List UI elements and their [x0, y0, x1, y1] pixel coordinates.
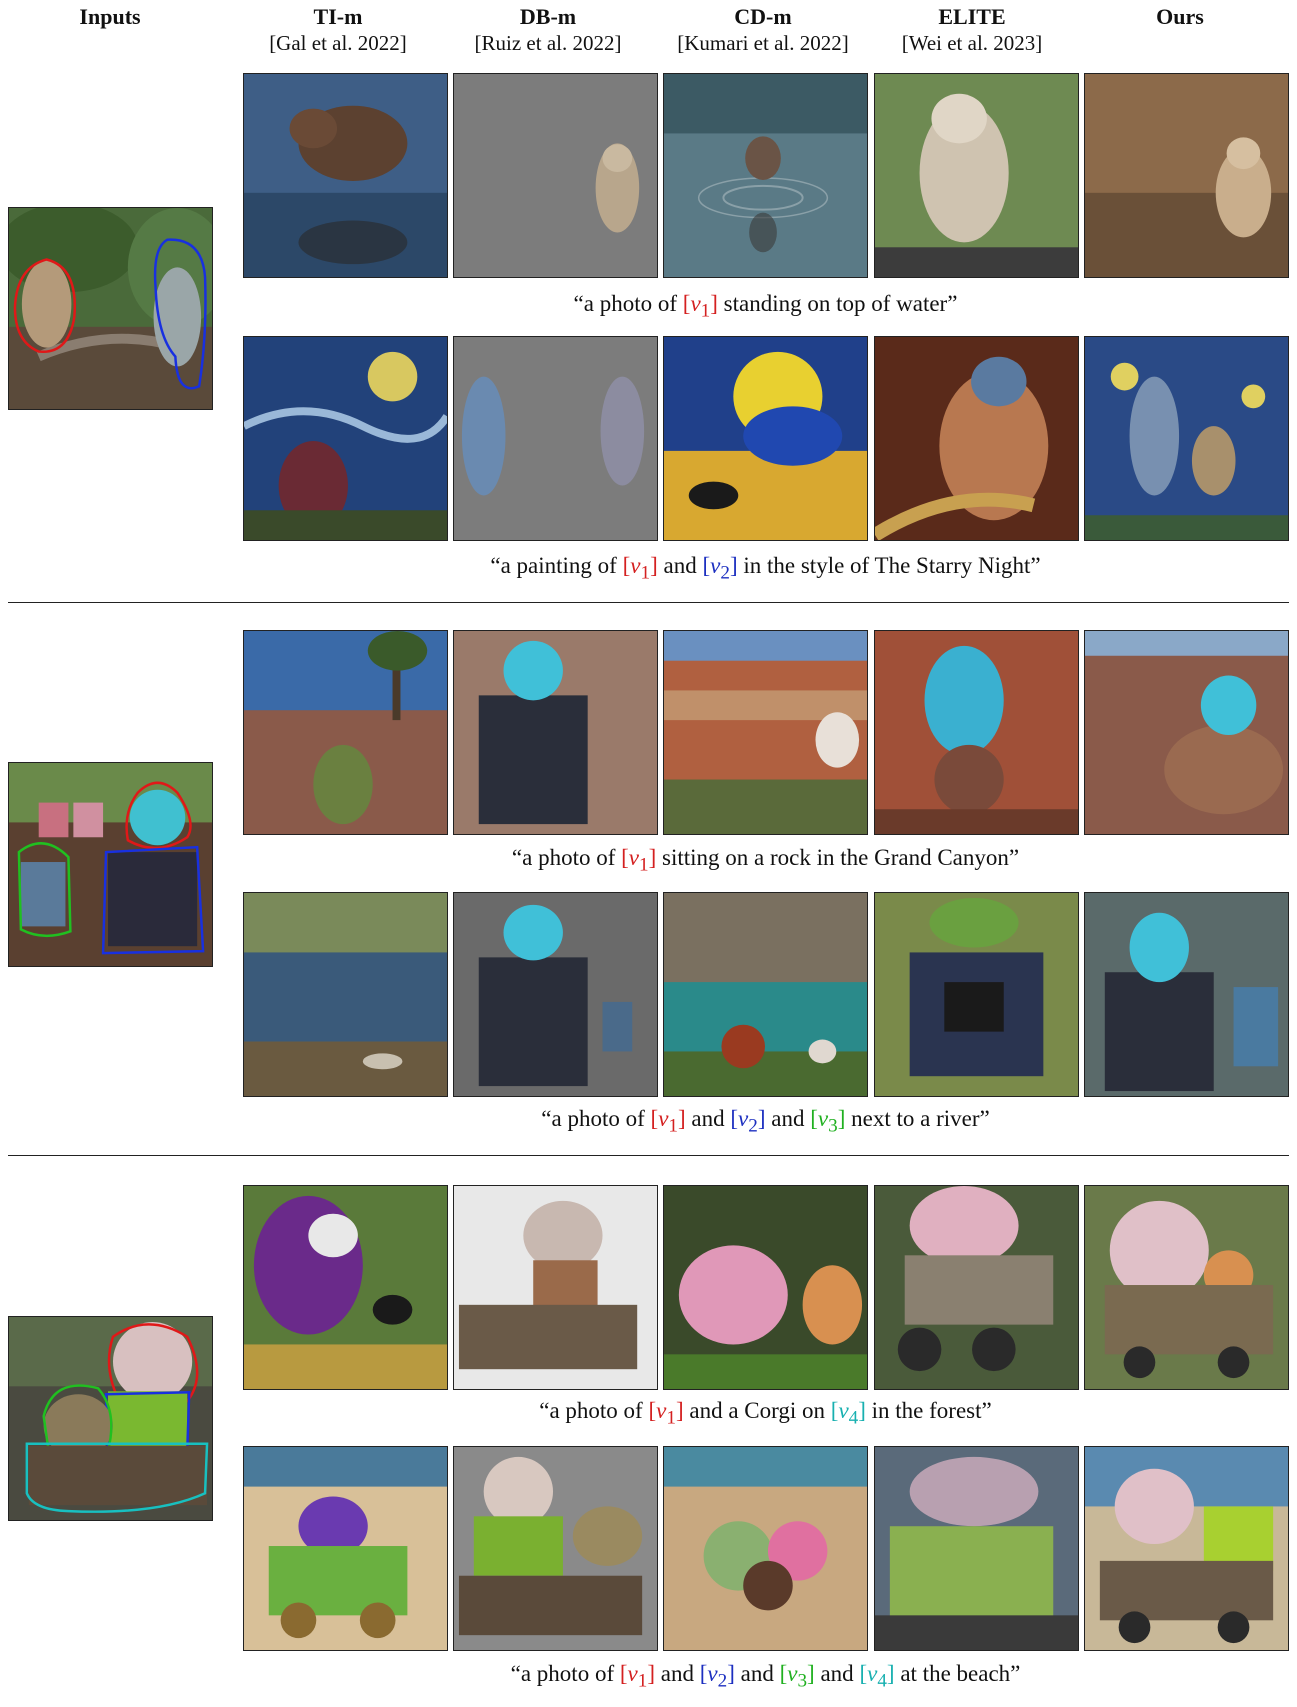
header-ti-m-cite: [Gal et al. 2022] — [269, 31, 407, 55]
caption-text: “a photo of — [511, 845, 622, 870]
caption-text: “a photo of — [573, 291, 683, 316]
header-cd-m: CD-m [Kumari et al. 2022] — [652, 4, 874, 56]
result-db-m-beach — [453, 1446, 658, 1651]
result-ti-m-beach — [243, 1446, 448, 1651]
caption-row-1: “a photo of [v1] standing on top of wate… — [243, 290, 1288, 326]
caption-text: and — [685, 1106, 731, 1131]
result-db-m-canyon — [453, 630, 658, 835]
result-db-m-forest — [453, 1185, 658, 1390]
header-ours: Ours — [1080, 4, 1280, 30]
header-inputs-label: Inputs — [79, 4, 141, 29]
token-v1: [v1] — [622, 553, 658, 584]
section-divider — [8, 602, 1289, 603]
section-divider — [8, 1155, 1289, 1156]
result-ours-beach — [1084, 1446, 1289, 1651]
header-cd-m-name: CD-m — [734, 4, 792, 29]
header-elite-cite: [Wei et al. 2023] — [901, 31, 1043, 55]
caption-text: and — [655, 1661, 700, 1686]
result-cd-m-forest — [663, 1185, 868, 1390]
header-db-m-name: DB-m — [519, 4, 577, 29]
result-ti-m-starry — [243, 336, 448, 541]
caption-text: “a photo of — [541, 1106, 651, 1131]
result-ti-m-forest — [243, 1185, 448, 1390]
caption-text: in the style of The Starry Night” — [737, 553, 1041, 578]
token-v1: [v1] — [621, 845, 657, 876]
input-image-cart — [8, 1316, 213, 1521]
result-elite-forest — [874, 1185, 1079, 1390]
header-cd-m-cite: [Kumari et al. 2022] — [677, 31, 849, 55]
result-elite-river — [874, 892, 1079, 1097]
result-ours-starry — [1084, 336, 1289, 541]
header-ours-name: Ours — [1156, 4, 1204, 29]
caption-row-4: “a photo of [v1] and [v2] and [v3] next … — [243, 1105, 1288, 1141]
token-v2: [v2] — [702, 553, 738, 584]
result-ti-m-river — [243, 892, 448, 1097]
caption-text: and — [734, 1661, 780, 1686]
caption-row-3: “a photo of [v1] sitting on a rock in th… — [243, 844, 1288, 880]
result-cd-m-starry — [663, 336, 868, 541]
result-elite-beach — [874, 1446, 1079, 1651]
result-ours-water — [1084, 73, 1289, 278]
result-ti-m-canyon — [243, 630, 448, 835]
caption-text: and — [657, 553, 703, 578]
input-image-garden — [8, 762, 213, 967]
token-v3: [v3] — [779, 1661, 815, 1692]
header-ti-m-name: TI-m — [313, 4, 363, 29]
token-v4: [v4] — [830, 1398, 866, 1429]
caption-row-5: “a photo of [v1] and a Corgi on [v4] in … — [243, 1397, 1288, 1433]
caption-text: “a photo of — [539, 1398, 649, 1423]
caption-row-2: “a painting of [v1] and [v2] in the styl… — [243, 552, 1288, 588]
header-elite-name: ELITE — [938, 4, 1006, 29]
caption-text: standing on top of water” — [717, 291, 958, 316]
result-ti-m-water — [243, 73, 448, 278]
token-v1: [v1] — [619, 1661, 655, 1692]
token-v1: [v1] — [682, 291, 718, 322]
result-elite-water — [874, 73, 1079, 278]
token-v1: [v1] — [650, 1106, 686, 1137]
token-v4: [v4] — [859, 1661, 895, 1692]
caption-text: “a photo of — [510, 1661, 620, 1686]
caption-text: sitting on a rock in the Grand Canyon” — [656, 845, 1020, 870]
caption-row-6: “a photo of [v1] and [v2] and [v3] and [… — [243, 1660, 1288, 1696]
token-v3: [v3] — [810, 1106, 846, 1137]
header-db-m-cite: [Ruiz et al. 2022] — [474, 31, 622, 55]
result-elite-canyon — [874, 630, 1079, 835]
caption-text: and a Corgi on — [683, 1398, 831, 1423]
result-ours-canyon — [1084, 630, 1289, 835]
caption-text: “a painting of — [490, 553, 623, 578]
result-cd-m-canyon — [663, 630, 868, 835]
result-db-m-water — [453, 73, 658, 278]
result-ours-forest — [1084, 1185, 1289, 1390]
header-ti-m: TI-m [Gal et al. 2022] — [232, 4, 444, 56]
header-db-m: DB-m [Ruiz et al. 2022] — [442, 4, 654, 56]
result-db-m-river — [453, 892, 658, 1097]
result-ours-river — [1084, 892, 1289, 1097]
token-v1: [v1] — [648, 1398, 684, 1429]
result-cd-m-water — [663, 73, 868, 278]
input-image-birds — [8, 207, 213, 410]
result-db-m-starry — [453, 336, 658, 541]
token-v2: [v2] — [730, 1106, 766, 1137]
caption-text: in the forest” — [865, 1398, 992, 1423]
header-elite: ELITE [Wei et al. 2023] — [866, 4, 1078, 56]
caption-text: next to a river” — [845, 1106, 990, 1131]
result-elite-starry — [874, 336, 1079, 541]
result-cd-m-beach — [663, 1446, 868, 1651]
token-v2: [v2] — [699, 1661, 735, 1692]
result-cd-m-river — [663, 892, 868, 1097]
caption-text: at the beach” — [894, 1661, 1021, 1686]
caption-text: and — [814, 1661, 860, 1686]
header-inputs: Inputs — [40, 4, 180, 30]
caption-text: and — [765, 1106, 811, 1131]
